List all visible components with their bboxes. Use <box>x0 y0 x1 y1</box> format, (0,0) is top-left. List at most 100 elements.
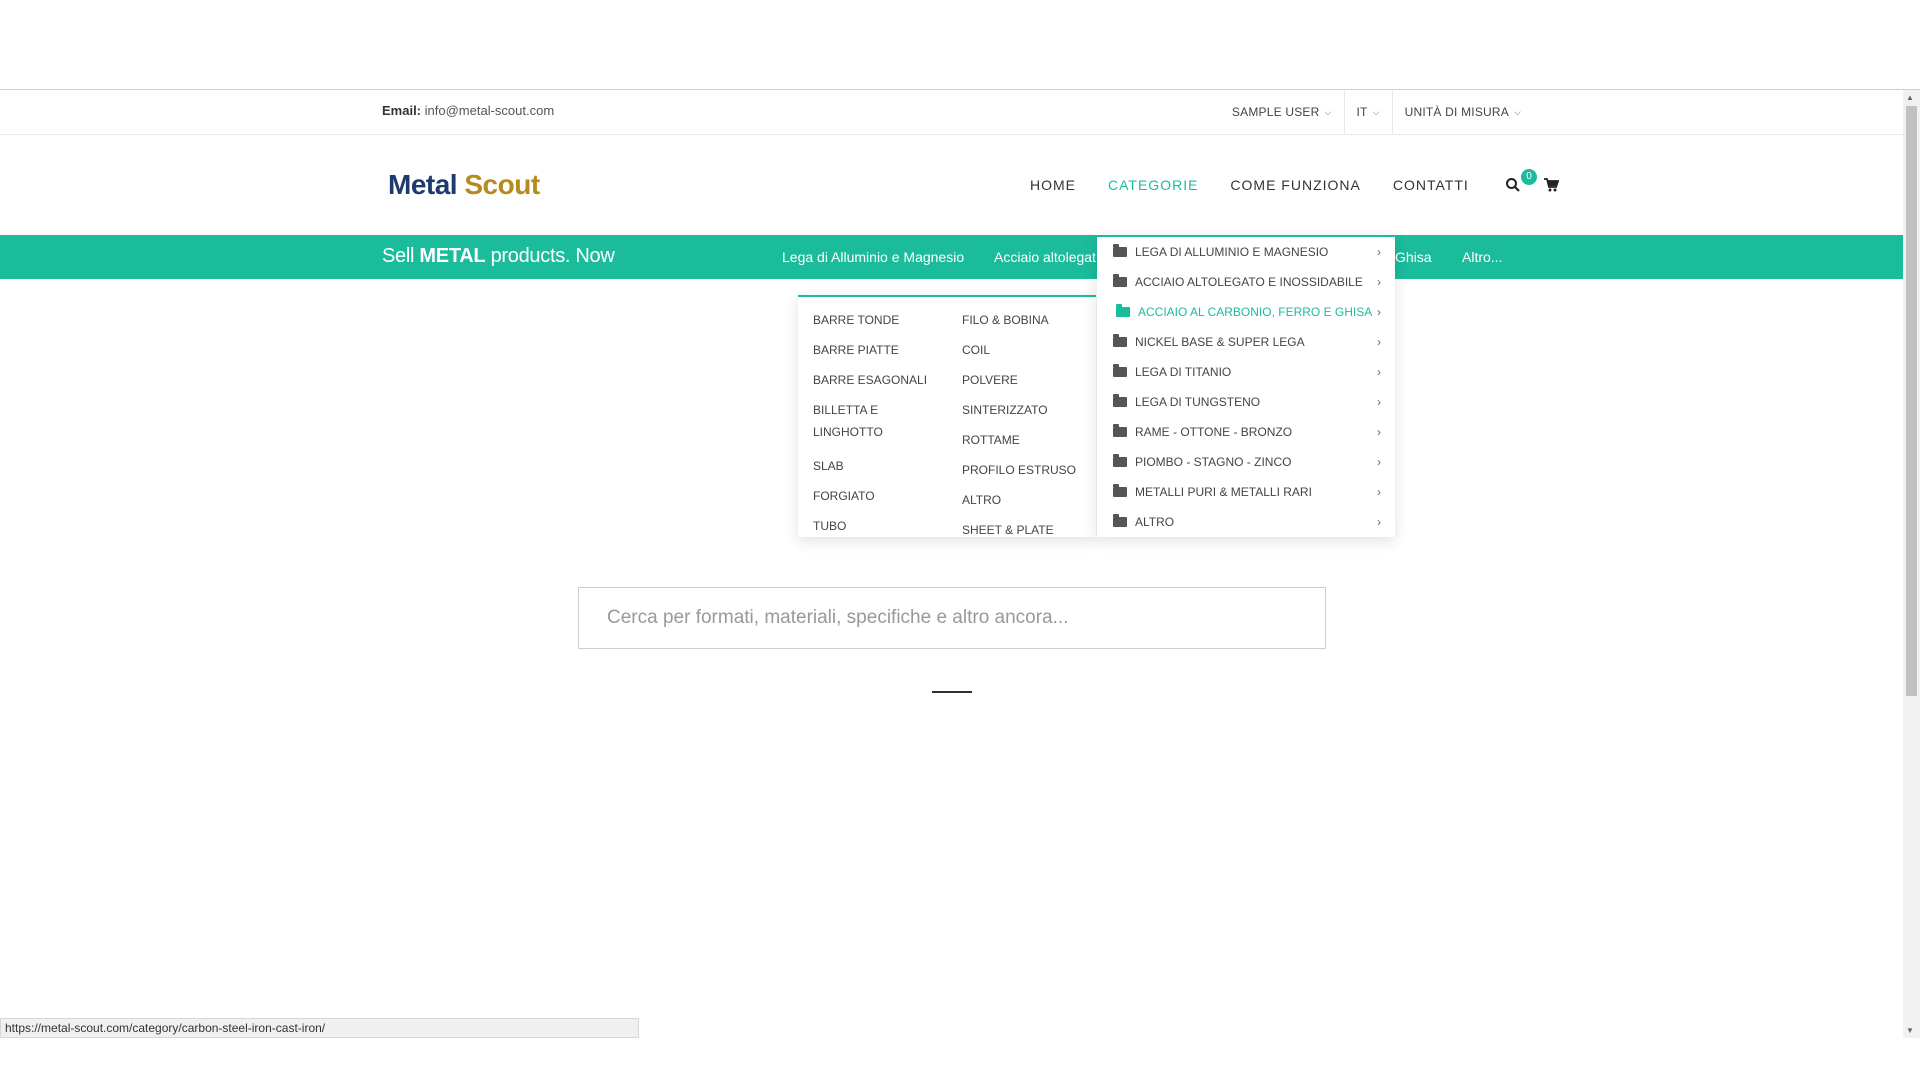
submenu-panel: BARRE TONDE BARRE PIATTE BARRE ESAGONALI… <box>798 295 1096 537</box>
folder-icon <box>1113 424 1127 437</box>
category-item-rare-metals[interactable]: METALLI PURI & METALLI RARI › <box>1097 477 1395 507</box>
submenu-item[interactable]: BARRE ESAGONALI <box>813 365 927 395</box>
search-icon[interactable] <box>1505 177 1521 193</box>
category-item-lead[interactable]: PIOMBO - STAGNO - ZINCO › <box>1097 447 1395 477</box>
submenu-item[interactable]: BARRE TONDE <box>813 305 927 335</box>
chevron-right-icon: › <box>1377 485 1381 499</box>
submenu-item[interactable]: TUBO <box>813 511 927 541</box>
nav-contatti[interactable]: CONTATTI <box>1393 177 1469 193</box>
language-menu[interactable]: IT ⌵ <box>1343 90 1392 134</box>
nav-categorie[interactable]: CATEGORIE <box>1108 177 1198 193</box>
catnav-link-4[interactable]: Altro... <box>1462 235 1502 279</box>
logo-part-scout: Scout <box>464 169 540 200</box>
site-header: Metal Scout HOME CATEGORIE COME FUNZIONA… <box>0 135 1903 235</box>
scrollbar-thumb[interactable] <box>1906 106 1917 696</box>
category-label: ACCIAIO ALTOLEGATO E INOSSIDABILE <box>1135 275 1363 289</box>
folder-icon <box>1113 394 1127 407</box>
chevron-right-icon: › <box>1377 305 1381 319</box>
main-nav: HOME CATEGORIE COME FUNZIONA CONTATTI <box>1030 135 1577 235</box>
scroll-down-icon[interactable]: ▼ <box>1906 1026 1914 1035</box>
catnav-link-3[interactable]: Ghisa <box>1395 235 1432 279</box>
chevron-right-icon: › <box>1377 245 1381 259</box>
browser-top-area <box>0 0 1920 90</box>
submenu-item[interactable]: SHEET & PLATE <box>962 515 1076 545</box>
cart-count-badge: 0 <box>1521 169 1537 185</box>
category-item-aluminium[interactable]: LEGA DI ALLUMINIO E MAGNESIO › <box>1097 237 1395 267</box>
units-menu[interactable]: UNITÀ DI MISURA ⌵ <box>1391 90 1533 134</box>
tagline-pre: Sell <box>382 245 415 267</box>
submenu-item[interactable]: SLAB <box>813 451 927 481</box>
submenu-column-1: BARRE TONDE BARRE PIATTE BARRE ESAGONALI… <box>813 305 927 541</box>
submenu-item[interactable]: COIL <box>962 335 1076 365</box>
email-label: Email: <box>382 103 422 118</box>
scroll-up-icon[interactable]: ▲ <box>1906 93 1914 102</box>
category-label: LEGA DI TUNGSTENO <box>1135 395 1261 409</box>
chevron-right-icon: › <box>1377 365 1381 379</box>
category-label: LEGA DI TITANIO <box>1135 365 1232 379</box>
submenu-item[interactable]: POLVERE <box>962 365 1076 395</box>
submenu-item[interactable]: BILLETTA E LINGHOTTO <box>813 395 923 451</box>
submenu-item[interactable]: FILO & BOBINA <box>962 305 1076 335</box>
top-nav: SAMPLE USER ⌵ IT ⌵ UNITÀ DI MISURA ⌵ <box>1220 90 1533 134</box>
categories-dropdown: LEGA DI ALLUMINIO E MAGNESIO › ACCIAIO AL… <box>1097 235 1395 537</box>
category-item-other[interactable]: ALTRO › <box>1097 507 1395 537</box>
catnav-link-2[interactable]: Acciaio altolegat <box>994 235 1096 279</box>
language-label: IT <box>1356 105 1368 119</box>
search-box <box>578 587 1326 649</box>
chevron-right-icon: › <box>1377 515 1381 529</box>
catnav-label-acciaio[interactable]: Acciaio altolegat <box>994 249 1096 265</box>
nav-home[interactable]: HOME <box>1030 177 1076 193</box>
category-label: LEGA DI ALLUMINIO E MAGNESIO <box>1135 245 1329 259</box>
chevron-right-icon: › <box>1377 455 1381 469</box>
chevron-right-icon: › <box>1377 425 1381 439</box>
submenu-item[interactable]: PROFILO ESTRUSO <box>962 455 1076 485</box>
user-menu[interactable]: SAMPLE USER ⌵ <box>1220 90 1344 134</box>
folder-icon <box>1113 484 1127 497</box>
chevron-right-icon: › <box>1377 335 1381 349</box>
submenu-item[interactable]: BARRE PIATTE <box>813 335 927 365</box>
catnav-label-alluminio[interactable]: Lega di Alluminio e Magnesio <box>782 249 964 265</box>
category-label: ACCIAIO AL CARBONIO, FERRO E GHISA <box>1138 305 1373 319</box>
catnav-label-ghisa[interactable]: Ghisa <box>1395 249 1432 265</box>
chevron-right-icon: › <box>1377 395 1381 409</box>
category-item-copper[interactable]: RAME - OTTONE - BRONZO › <box>1097 417 1395 447</box>
status-bar-url: https://metal-scout.com/category/carbon-… <box>0 1018 639 1038</box>
category-item-carbon-steel[interactable]: ACCIAIO AL CARBONIO, FERRO E GHISA › <box>1097 297 1395 327</box>
category-bar: Sell METAL products. Now Lega di Allumin… <box>0 235 1903 279</box>
category-item-nickel[interactable]: NICKEL BASE & SUPER LEGA › <box>1097 327 1395 357</box>
cart-icon[interactable] <box>1543 177 1560 193</box>
divider <box>932 691 972 693</box>
folder-icon <box>1113 364 1127 377</box>
contact-email: Email: info@metal-scout.com <box>382 103 554 118</box>
folder-icon <box>1113 514 1127 527</box>
submenu-item[interactable]: ROTTAME <box>962 425 1076 455</box>
category-item-tungsten[interactable]: LEGA DI TUNGSTENO › <box>1097 387 1395 417</box>
category-label: METALLI PURI & METALLI RARI <box>1135 485 1312 499</box>
chevron-down-icon: ⌵ <box>1513 106 1521 117</box>
category-label: PIOMBO - STAGNO - ZINCO <box>1135 455 1292 469</box>
submenu-column-2: FILO & BOBINA COIL POLVERE SINTERIZZATO … <box>962 305 1076 545</box>
submenu-item[interactable]: SINTERIZZATO <box>962 395 1076 425</box>
folder-icon <box>1116 304 1130 317</box>
catnav-link-1[interactable]: Lega di Alluminio e Magnesio <box>782 235 964 279</box>
category-item-titanium[interactable]: LEGA DI TITANIO › <box>1097 357 1395 387</box>
units-label: UNITÀ DI MISURA <box>1404 105 1509 119</box>
category-item-stainless[interactable]: ACCIAIO ALTOLEGATO E INOSSIDABILE › <box>1097 267 1395 297</box>
folder-icon <box>1113 454 1127 467</box>
catnav-label-altro[interactable]: Altro... <box>1462 249 1502 265</box>
submenu-item[interactable]: FORGIATO <box>813 481 927 511</box>
nav-come-funziona[interactable]: COME FUNZIONA <box>1230 177 1360 193</box>
chevron-right-icon: › <box>1377 275 1381 289</box>
folder-icon <box>1113 334 1127 347</box>
category-label: ALTRO <box>1135 515 1175 529</box>
folder-icon <box>1113 274 1127 287</box>
folder-icon <box>1113 244 1127 257</box>
category-label: NICKEL BASE & SUPER LEGA <box>1135 335 1305 349</box>
chevron-down-icon: ⌵ <box>1372 106 1380 117</box>
user-label: SAMPLE USER <box>1231 105 1320 119</box>
submenu-item[interactable]: ALTRO <box>962 485 1076 515</box>
email-value[interactable]: info@metal-scout.com <box>425 103 555 118</box>
search-input[interactable] <box>579 588 1325 648</box>
top-bar: Email: info@metal-scout.com SAMPLE USER … <box>0 90 1903 135</box>
site-logo[interactable]: Metal Scout <box>388 169 540 201</box>
